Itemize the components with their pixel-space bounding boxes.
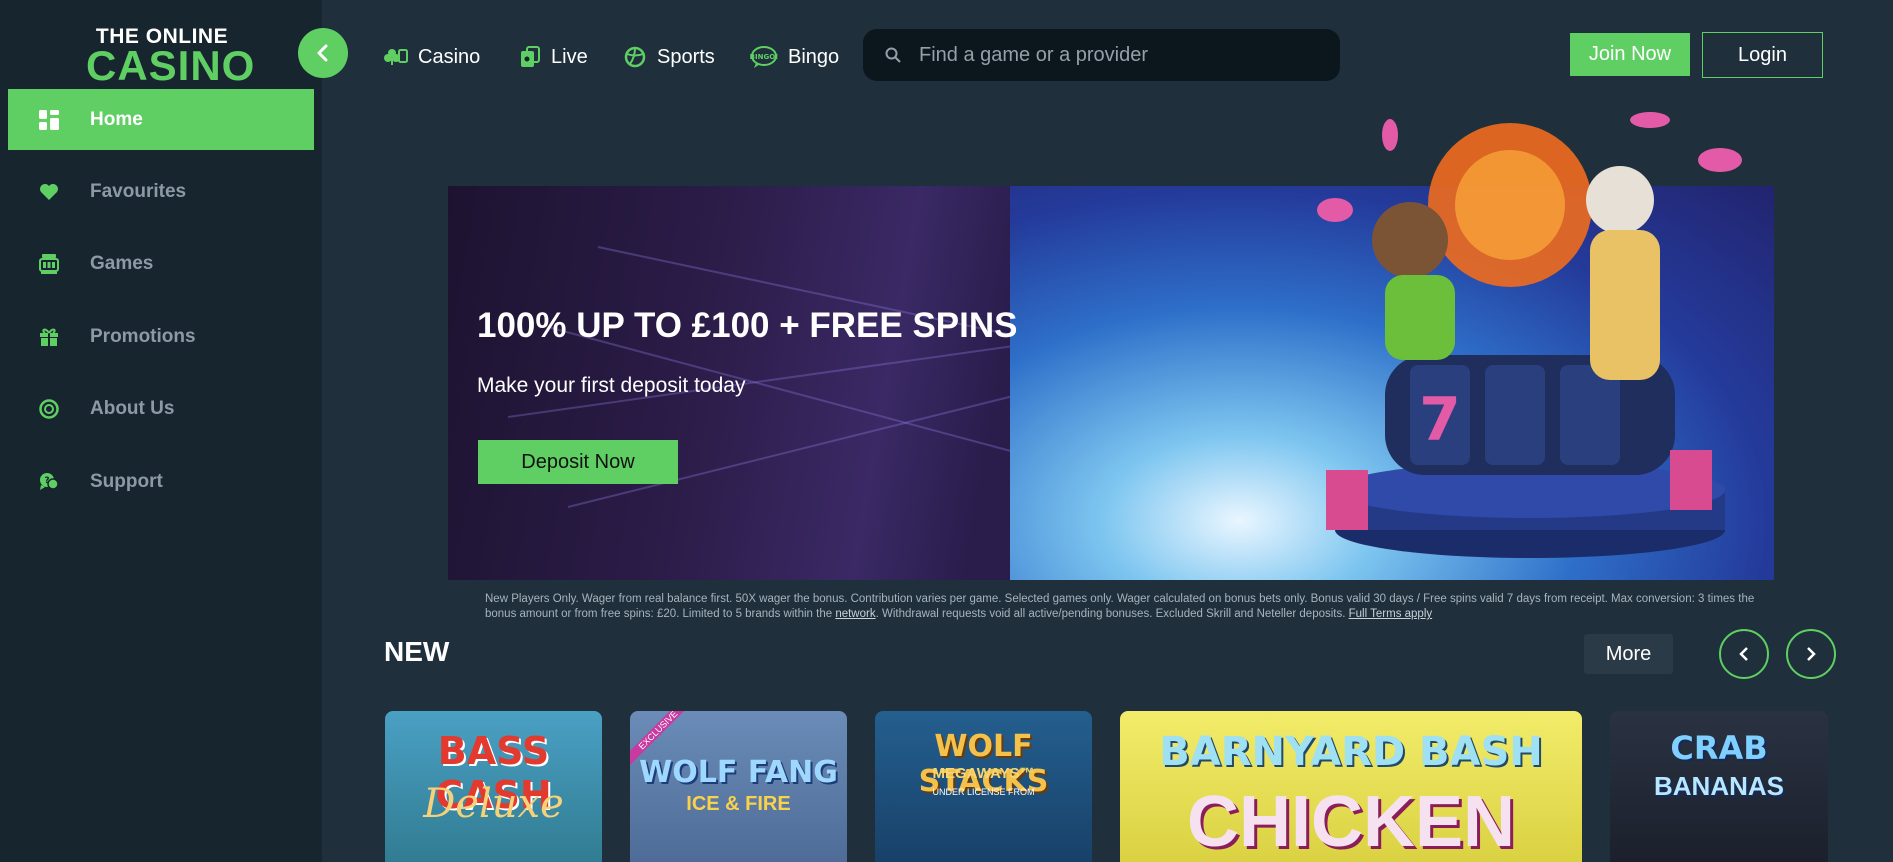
search-icon [885, 47, 901, 63]
topnav-label: Live [551, 45, 588, 68]
collapse-sidebar-button[interactable] [298, 28, 348, 78]
sidebar-item-home[interactable]: Home [8, 89, 314, 150]
game-subtitle: ICE & FIRE [686, 793, 791, 815]
topnav-casino[interactable]: Casino [384, 40, 480, 74]
game-tile-wolf-fang[interactable]: EXCLUSIVE WOLF FANG ICE & FIRE [630, 711, 847, 862]
sidebar-item-label: Support [90, 470, 163, 492]
game-subtitle: Deluxe [423, 781, 564, 827]
game-subtitle: BANANAS [1654, 771, 1784, 801]
chip-icon [8, 398, 90, 419]
chevron-left-icon [317, 44, 328, 62]
banner-subtitle: Make your first deposit today [477, 374, 746, 397]
sidebar-item-label: Favourites [90, 180, 187, 202]
game-subtitle: MEGAWAYS™ [932, 765, 1035, 782]
network-link[interactable]: network [835, 608, 875, 620]
sidebar-item-label: Home [90, 108, 143, 130]
banner-title: 100% UP TO £100 + FREE SPINS [477, 306, 1018, 345]
sidebar-item-label: About Us [90, 397, 175, 419]
join-now-button[interactable]: Join Now [1570, 33, 1690, 76]
topnav-label: Casino [418, 45, 481, 68]
chat-bubbles-icon: ? [8, 472, 90, 492]
carousel-prev-button[interactable] [1719, 629, 1769, 679]
sidebar-item-support[interactable]: ? Support [8, 451, 314, 512]
login-button[interactable]: Login [1702, 32, 1823, 78]
game-tile-wolf-stacks[interactable]: WOLF STACKS MEGAWAYS™ UNDER LICENSE FROM [875, 711, 1092, 862]
bonus-terms-text: New Players Only. Wager from real balanc… [485, 593, 1755, 620]
more-button[interactable]: More [1584, 634, 1673, 674]
game-tile-crab-bananas[interactable]: CRAB BANANAS [1610, 711, 1828, 862]
logo-line-2: CASINO [86, 42, 256, 89]
chevron-left-icon [1739, 647, 1748, 661]
chevron-right-icon [1807, 647, 1816, 661]
section-title-new: NEW [384, 636, 450, 667]
sidebar-item-promotions[interactable]: Promotions [8, 306, 314, 367]
sidebar-item-games[interactable]: Games [8, 233, 314, 294]
search-bar[interactable] [863, 29, 1340, 81]
ball-icon [624, 46, 646, 68]
bingo-badge-icon: BINGO! [750, 46, 778, 68]
deposit-now-button[interactable]: Deposit Now [478, 440, 678, 484]
slot-machine-icon [8, 253, 90, 275]
game-title: CRAB [1670, 729, 1768, 767]
svg-text:7: 7 [1419, 385, 1461, 455]
cards-clubs-icon [384, 49, 408, 65]
topnav-bingo[interactable]: BINGO! Bingo [750, 40, 839, 74]
full-terms-link[interactable]: Full Terms apply [1349, 608, 1433, 620]
carousel-next-button[interactable] [1786, 629, 1836, 679]
game-title: WOLF FANG [639, 755, 838, 790]
search-input[interactable] [919, 43, 1319, 67]
live-cards-icon [521, 46, 540, 67]
home-grid-icon [8, 109, 90, 130]
topnav-sports[interactable]: Sports [623, 40, 715, 74]
game-tile-bass-cash[interactable]: BASS CASH Deluxe [385, 711, 602, 862]
heart-icon [8, 183, 90, 201]
svg-text:BINGO!: BINGO! [750, 53, 778, 61]
topnav-label: Sports [657, 45, 715, 68]
sidebar-item-favourites[interactable]: Favourites [8, 161, 314, 222]
sidebar: THE ONLINE CASINO Home Favourites Games … [0, 0, 322, 862]
svg-text:?: ? [44, 476, 49, 486]
game-subtitle: CHICKEN [1186, 782, 1515, 862]
sidebar-item-about-us[interactable]: About Us [8, 378, 314, 439]
topnav-live[interactable]: Live [519, 40, 588, 74]
site-logo[interactable]: THE ONLINE CASINO [86, 26, 256, 89]
license-note: UNDER LICENSE FROM [932, 787, 1035, 797]
topnav-label: Bingo [788, 45, 840, 68]
hero-illustration: 7 [1317, 112, 1742, 558]
game-title: BARNYARD BASH [1159, 729, 1543, 775]
sidebar-item-label: Games [90, 252, 154, 274]
game-tile-barnyard-bash[interactable]: BARNYARD BASH CHICKEN [1120, 711, 1582, 862]
sidebar-item-label: Promotions [90, 325, 196, 347]
gift-icon [8, 327, 90, 347]
